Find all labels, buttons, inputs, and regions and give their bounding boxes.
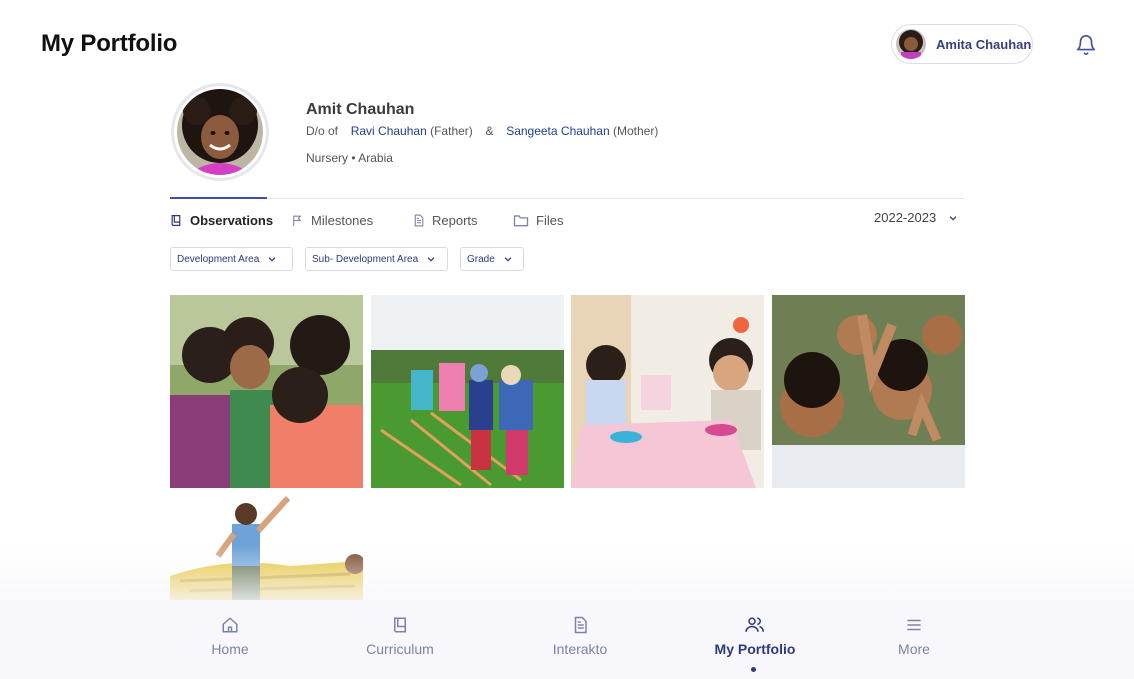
user-avatar bbox=[896, 29, 926, 59]
year-dropdown[interactable]: 2022-2023 bbox=[874, 210, 958, 225]
tab-observations[interactable]: Observations bbox=[170, 210, 273, 230]
child-name: Amit Chauhan bbox=[306, 101, 415, 118]
children-hugging-photo[interactable] bbox=[170, 295, 363, 488]
father-role: (Father) bbox=[430, 124, 473, 138]
development-area-filter[interactable]: Development Area bbox=[170, 247, 293, 271]
book-icon bbox=[171, 214, 181, 226]
bell-icon[interactable] bbox=[1075, 34, 1097, 56]
active-nav-indicator bbox=[751, 667, 756, 672]
tab-divider bbox=[170, 198, 964, 199]
tab-milestones[interactable]: Milestones bbox=[291, 210, 373, 230]
grade-filter[interactable]: Grade bbox=[460, 247, 524, 271]
chevron-down-icon bbox=[949, 215, 957, 221]
separator-dot: • bbox=[351, 151, 356, 165]
user-name: Amita Chauhan bbox=[936, 36, 1032, 52]
nav-label: Home bbox=[211, 641, 249, 657]
kids-playing-on-field-photo[interactable] bbox=[371, 295, 564, 488]
user-profile-chip[interactable]: Amita Chauhan bbox=[891, 24, 1033, 64]
chevron-down-icon bbox=[504, 257, 512, 262]
class-branch-info: Nursery • Arabia bbox=[306, 151, 393, 165]
sub-development-area-filter[interactable]: Sub- Development Area bbox=[305, 247, 448, 271]
tab-label: Reports bbox=[432, 212, 478, 228]
nav-item-more[interactable]: More bbox=[854, 616, 974, 657]
nav-item-my-portfolio[interactable]: My Portfolio bbox=[695, 616, 815, 657]
filter-label: Grade bbox=[467, 253, 495, 265]
nav-item-interakto[interactable]: Interakto bbox=[520, 616, 640, 657]
parents-info: D/o of Ravi Chauhan (Father) & Sangeeta … bbox=[306, 124, 658, 138]
menu-icon bbox=[907, 619, 921, 631]
class-name: Nursery bbox=[306, 151, 349, 165]
home-icon bbox=[222, 617, 238, 633]
year-selected: 2022-2023 bbox=[874, 210, 937, 225]
mother-name-link[interactable]: Sangeeta Chauhan bbox=[506, 124, 609, 138]
nav-label: Interakto bbox=[552, 641, 608, 657]
document-icon bbox=[414, 214, 424, 226]
nav-label: Curriculum bbox=[366, 641, 434, 657]
bottom-navigation: Home Curriculum Interakto My Portfolio M… bbox=[0, 600, 1134, 679]
relation-prefix: D/o of bbox=[306, 124, 339, 138]
boy-on-bouncy-castle-photo[interactable] bbox=[170, 496, 363, 602]
nav-label: More bbox=[898, 641, 930, 657]
mother-role: (Mother) bbox=[612, 124, 659, 138]
document-icon bbox=[574, 616, 587, 634]
flag-icon bbox=[293, 215, 302, 226]
tab-reports[interactable]: Reports bbox=[412, 210, 478, 230]
nav-item-curriculum[interactable]: Curriculum bbox=[340, 616, 460, 657]
child-avatar bbox=[171, 83, 269, 181]
tab-active-indicator bbox=[170, 197, 267, 199]
parents-connector: & bbox=[485, 124, 494, 138]
kids-at-classroom-table-photo[interactable] bbox=[571, 295, 764, 488]
tab-label: Milestones bbox=[311, 212, 374, 228]
smiling-children-group-photo[interactable] bbox=[772, 295, 965, 488]
father-name-link[interactable]: Ravi Chauhan bbox=[351, 124, 427, 138]
tab-label: Files bbox=[536, 212, 564, 228]
users-icon bbox=[745, 617, 764, 632]
branch-name: Arabia bbox=[358, 151, 393, 165]
filter-label: Sub- Development Area bbox=[312, 253, 419, 265]
nav-label: My Portfolio bbox=[714, 641, 796, 657]
filter-label: Development Area bbox=[177, 253, 260, 265]
chevron-down-icon bbox=[268, 257, 276, 262]
tab-label: Observations bbox=[190, 212, 274, 228]
chevron-down-icon bbox=[427, 257, 435, 262]
book-icon bbox=[394, 617, 406, 633]
tab-files[interactable]: Files bbox=[513, 210, 563, 230]
page-title: My Portfolio bbox=[41, 30, 178, 57]
nav-item-home[interactable]: Home bbox=[170, 616, 290, 657]
folder-icon bbox=[513, 214, 529, 226]
